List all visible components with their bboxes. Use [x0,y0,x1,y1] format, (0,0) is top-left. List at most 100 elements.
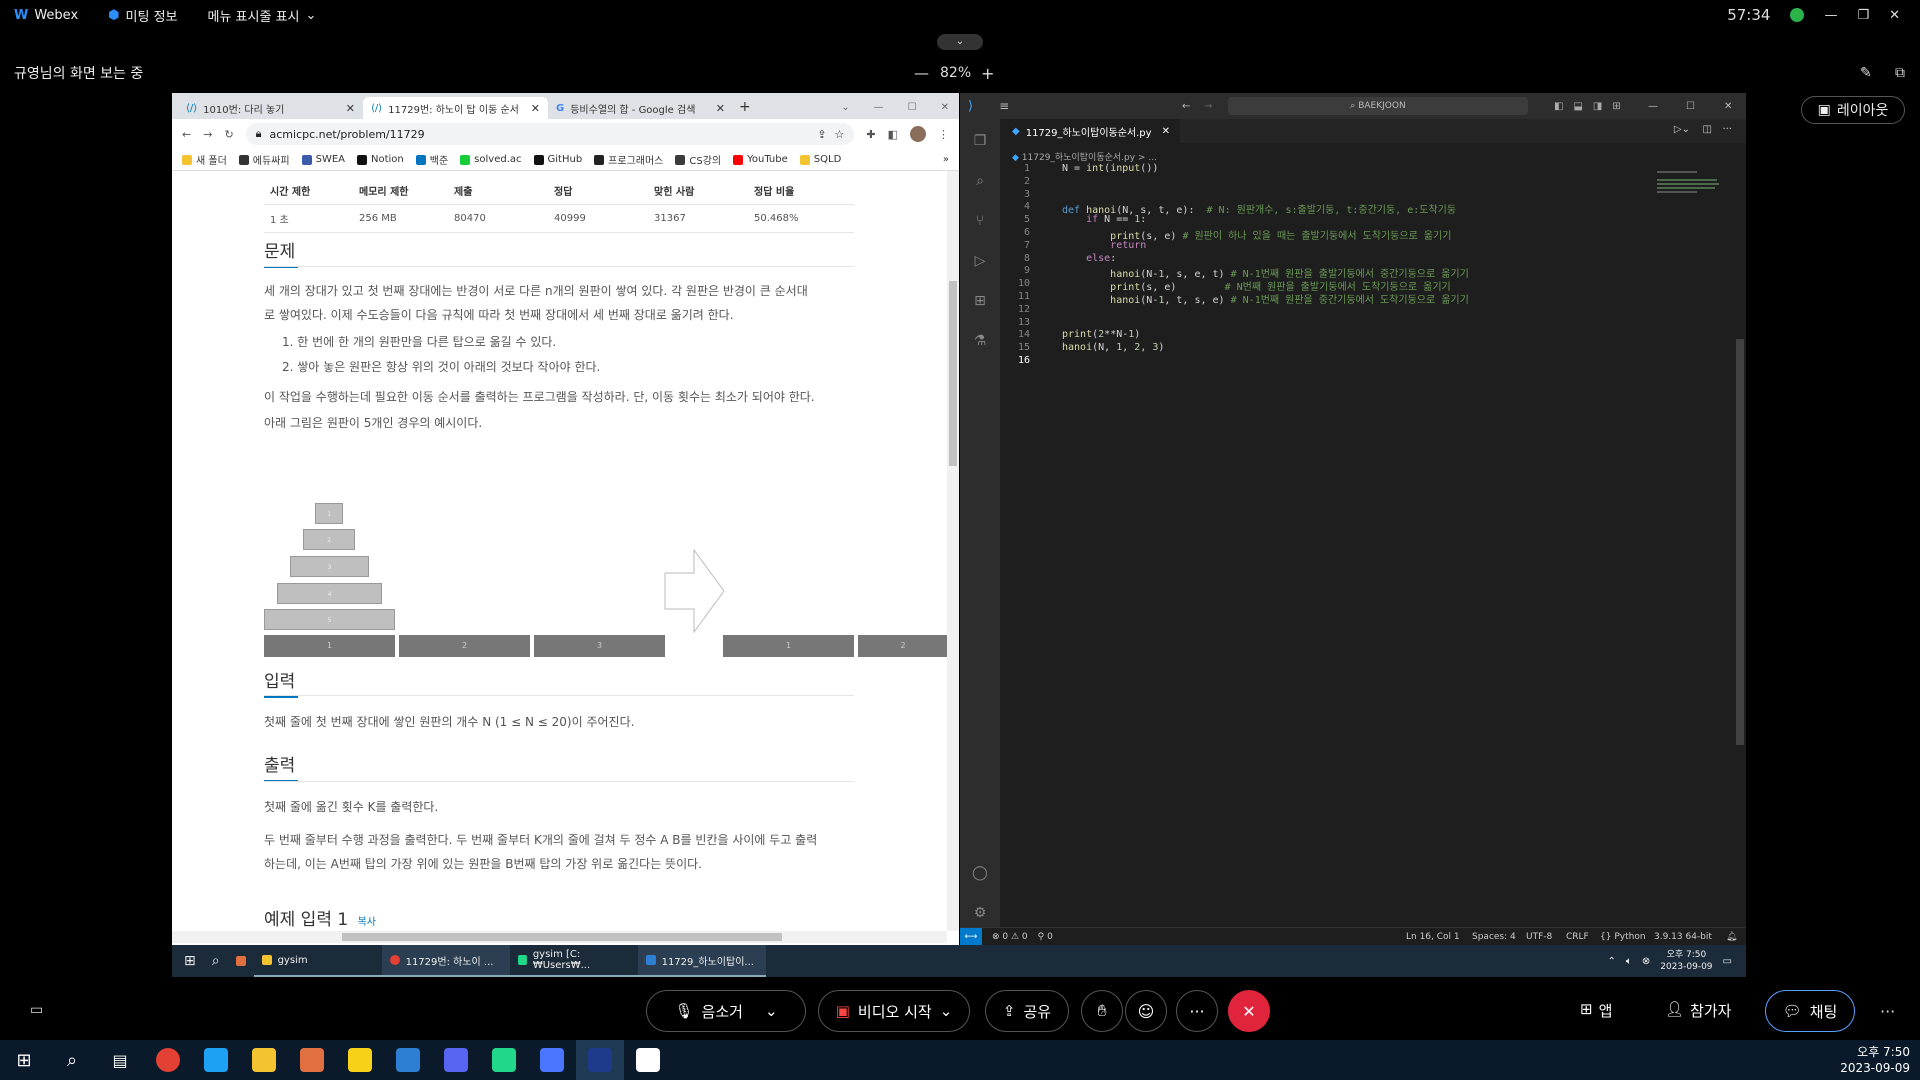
code-line[interactable]: return [1062,240,1146,251]
apps-button[interactable]: ⊞ 앱 [1580,1000,1612,1021]
editor-scrollbar[interactable] [1736,339,1744,745]
toggle-secondary-sidebar-icon[interactable]: ◨ [1593,101,1602,112]
explorer-icon[interactable]: ❐ [972,133,988,149]
bookmark-item[interactable]: GitHub [533,154,582,165]
new-tab-button[interactable]: + [739,99,751,115]
bookmark-star-icon[interactable]: ☆ [835,128,845,141]
zoom-in-button[interactable]: + [981,64,994,83]
app-icon[interactable] [228,945,254,977]
taskbar-item-pycharm[interactable]: gysim [C:₩Users₩... [509,945,638,977]
command-center-search[interactable]: ⌕ BAEKJOON [1228,97,1528,115]
pinned-app-icon[interactable] [288,1040,336,1080]
bookmark-item[interactable]: CS강의 [675,152,721,167]
minimize-icon[interactable]: — [874,102,884,113]
volume-icon[interactable]: 🔈︎ [1626,956,1632,967]
remote-indicator-icon[interactable]: ⟷ [960,928,982,945]
menu-icon[interactable]: ≡ [999,99,1009,113]
participants-button[interactable]: 👤︎ 참가자 [1665,1000,1731,1021]
zoom-out-button[interactable]: — [914,64,929,82]
chat-button[interactable]: 💬︎ 채팅 [1765,990,1855,1032]
extensions-icon[interactable]: ✚ [866,128,875,141]
horizontal-scrollbar[interactable] [172,931,947,943]
task-view-icon[interactable]: ▤ [96,1040,144,1080]
run-debug-icon[interactable]: ▷ [972,253,988,269]
meeting-info-button[interactable]: ⬢ 미팅 정보 [108,6,177,25]
close-icon[interactable]: ✕ [1724,101,1732,112]
split-editor-icon[interactable]: ◫ [1703,124,1712,135]
maximize-icon[interactable]: ☐ [1686,101,1695,112]
indentation[interactable]: Spaces: 4 [1472,932,1516,942]
share-icon[interactable]: ⇪ [817,128,826,141]
browser-tab-1[interactable]: ⟨/⟩ 1010번: 다리 놓기 ✕ [178,97,363,119]
code-line[interactable]: else: [1062,253,1116,264]
bookmark-item[interactable]: Notion [357,154,404,165]
clock[interactable]: 오후 7:50 2023-09-09 [1840,1044,1910,1076]
notifications-bell-icon[interactable]: 🔔︎ [1726,932,1737,942]
minimize-icon[interactable]: — [1648,101,1658,112]
browser-tab-2[interactable]: ⟨/⟩ 11729번: 하노이 탑 이동 순서 ✕ [363,97,548,119]
back-icon[interactable]: ← [182,128,191,141]
windows-start-icon[interactable]: ⊞ [0,1040,48,1080]
close-icon[interactable]: ✕ [1889,8,1900,23]
start-video-button[interactable]: ▣ 비디오 시작 ⌄ [818,990,970,1032]
forward-icon[interactable]: → [203,128,212,141]
captions-icon[interactable]: ▭ [30,1002,43,1018]
notion-app-icon[interactable] [624,1040,672,1080]
code-line[interactable]: if N == 1: [1062,214,1146,225]
more-panels-icon[interactable]: ··· [1880,1002,1895,1021]
bookmark-item[interactable]: YouTube [733,154,788,165]
power-app-icon[interactable] [528,1040,576,1080]
discord-icon[interactable] [432,1040,480,1080]
leave-meeting-button[interactable]: ✕ [1228,990,1270,1032]
menu-icon[interactable]: ⋮ [938,128,949,141]
webex-app-icon[interactable] [576,1040,624,1080]
show-menu-bar-button[interactable]: 메뉴 표시줄 표시 ⌄ [208,6,317,25]
bookmark-item[interactable]: 프로그래머스 [594,152,663,167]
settings-gear-icon[interactable]: ⚙ [972,905,988,921]
taskbar-item-chrome[interactable]: 11729번: 하노이 ... [381,945,510,977]
ports-indicator[interactable]: ⚲ 0 [1038,932,1053,942]
page-scrollbar[interactable] [947,171,959,931]
chrome-app-icon[interactable] [144,1040,192,1080]
bookmark-item[interactable]: solved.ac [460,154,522,165]
tab-search-icon[interactable]: ⌄ [841,102,849,113]
chevron-down-icon[interactable]: ⌄ [940,1002,953,1020]
pycharm-app-icon[interactable] [480,1040,528,1080]
line-ending[interactable]: CRLF [1566,932,1589,942]
toggle-panel-icon[interactable]: ⬓ [1573,101,1582,112]
popout-icon[interactable]: ⧉ [1895,65,1905,81]
customize-layout-icon[interactable]: ⊞ [1612,101,1620,112]
close-tab-icon[interactable]: ✕ [531,102,540,115]
bookmark-item[interactable]: SQLD [799,154,841,165]
annotate-icon[interactable]: ✎ [1860,65,1872,81]
vscode-app-icon[interactable] [384,1040,432,1080]
avatar[interactable] [910,126,926,142]
taskbar-item-vscode[interactable]: 11729_하노이탑이... [637,945,766,977]
sidepanel-icon[interactable]: ◧ [888,128,898,141]
language-mode[interactable]: {} Python [1600,932,1646,942]
webex-app-menu[interactable]: W Webex [14,8,78,23]
share-button[interactable]: ⇪ 공유 [985,990,1069,1032]
bookmark-item[interactable]: 새 폴더 [182,152,227,167]
more-actions-icon[interactable]: ··· [1722,124,1732,135]
scrollbar-thumb[interactable] [342,933,782,941]
close-icon[interactable]: ✕ [941,102,949,113]
forward-icon[interactable]: → [1204,101,1212,112]
address-bar[interactable]: 🔒︎ acmicpc.net/problem/11729 ⇪ ☆ [245,123,855,145]
problems-indicator[interactable]: ⊗ 0 ⚠ 0 [992,932,1028,942]
code-line[interactable]: hanoi(N, 1, 2, 3) [1062,342,1164,353]
back-icon[interactable]: ← [1182,101,1190,112]
close-tab-icon[interactable]: ✕ [1162,126,1170,137]
search-icon[interactable]: ⌕ [972,173,988,189]
tray-chevron-icon[interactable]: ⌃ [1607,956,1615,967]
bird-app-icon[interactable] [192,1040,240,1080]
kakaotalk-icon[interactable] [336,1040,384,1080]
search-icon[interactable]: ⌕ [48,1040,96,1080]
bookmark-item[interactable]: 에듀싸피 [238,152,290,167]
close-tab-icon[interactable]: ✕ [716,102,725,115]
run-file-icon[interactable]: ▷⌄ [1674,124,1690,135]
code-line[interactable]: N = int(input()) [1062,163,1158,174]
chevron-down-icon[interactable]: ⌄ [765,1002,778,1020]
mute-button[interactable]: 🎙︎ 음소거 ⌄ [646,990,806,1032]
source-control-icon[interactable]: ⑂ [972,213,988,229]
